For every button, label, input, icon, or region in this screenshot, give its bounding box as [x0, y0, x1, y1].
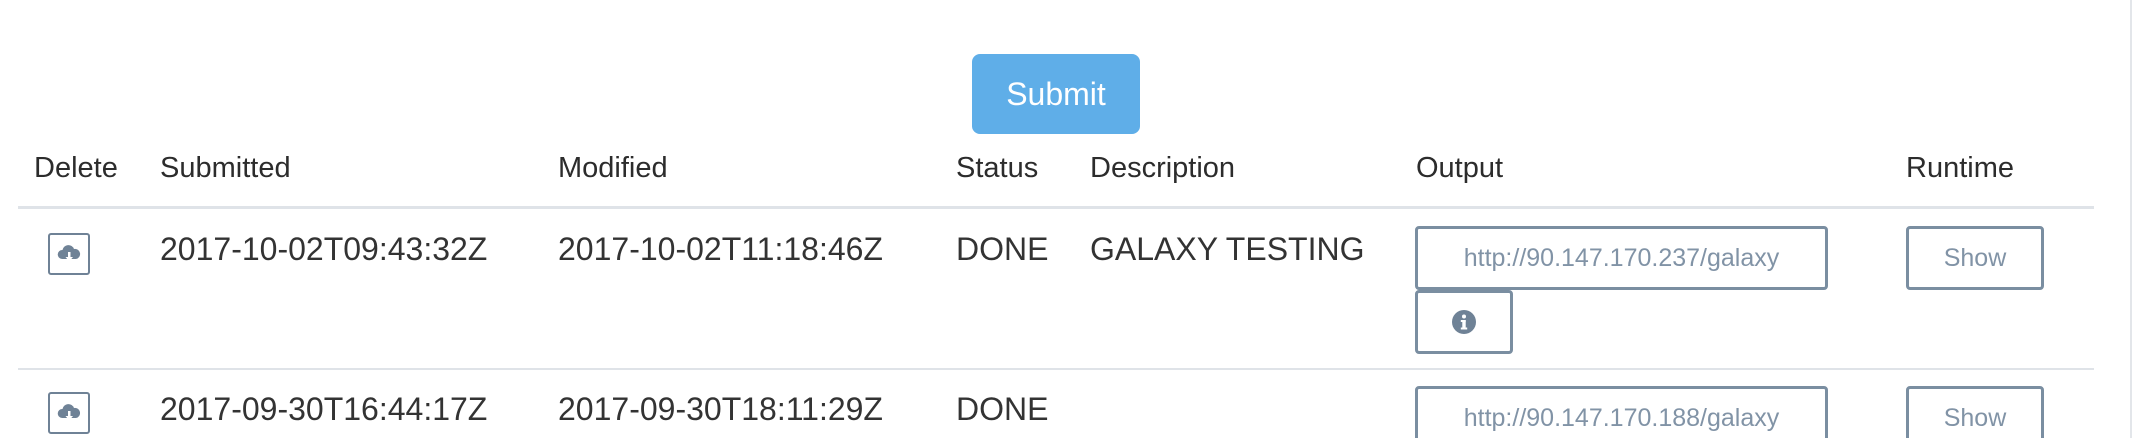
status-cell: DONE — [956, 391, 1049, 427]
column-header-submitted: Submitted — [160, 152, 291, 184]
column-header-modified: Modified — [558, 152, 668, 184]
scrollbar[interactable] — [2130, 0, 2146, 438]
row-divider — [18, 368, 2094, 370]
submit-button[interactable]: Submit — [972, 54, 1140, 134]
description-cell: GALAXY TESTING — [1090, 231, 1365, 267]
info-button[interactable] — [1415, 290, 1513, 354]
column-header-delete: Delete — [34, 152, 118, 184]
submitted-cell: 2017-10-02T09:43:32Z — [160, 231, 488, 267]
delete-button[interactable] — [48, 392, 90, 434]
cloud-download-icon — [57, 245, 81, 262]
output-link-button[interactable]: http://90.147.170.237/galaxy — [1415, 226, 1828, 290]
column-header-output: Output — [1416, 152, 1504, 184]
jobs-page: Submit Delete Submitted Modified Status … — [0, 0, 2146, 438]
runtime-show-button[interactable]: Show — [1906, 226, 2044, 290]
column-header-runtime: Runtime — [1906, 152, 2014, 184]
cloud-download-icon — [57, 404, 81, 421]
output-link-button[interactable]: http://90.147.170.188/galaxy — [1415, 386, 1828, 438]
header-divider — [18, 206, 2094, 209]
delete-button[interactable] — [48, 233, 90, 275]
submitted-cell: 2017-09-30T16:44:17Z — [160, 391, 488, 427]
column-header-status: Status — [956, 152, 1039, 184]
modified-cell: 2017-09-30T18:11:29Z — [558, 391, 883, 427]
column-header-description: Description — [1090, 152, 1236, 184]
runtime-show-button[interactable]: Show — [1906, 386, 2044, 438]
modified-cell: 2017-10-02T11:18:46Z — [558, 231, 883, 267]
info-circle-icon — [1452, 310, 1476, 334]
status-cell: DONE — [956, 231, 1049, 267]
